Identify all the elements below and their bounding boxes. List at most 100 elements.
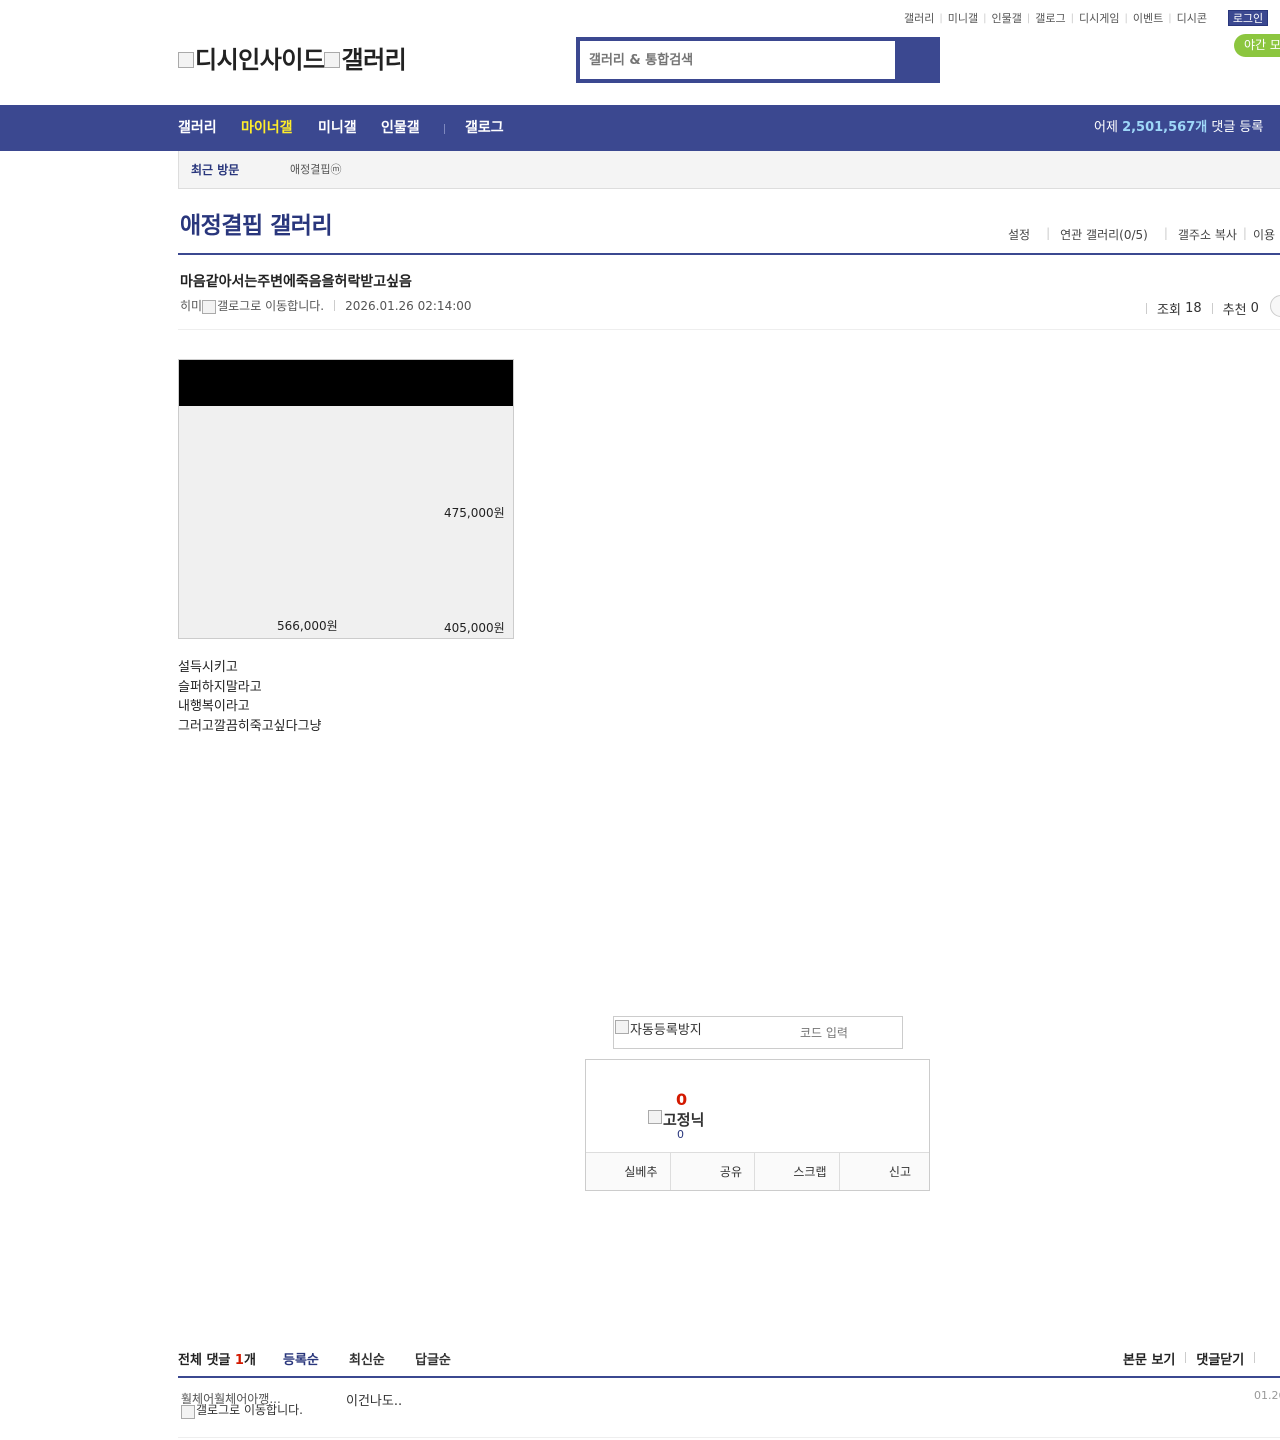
sort-latest[interactable]: 최신순 — [349, 1349, 385, 1368]
report-button[interactable]: 신고 — [840, 1153, 930, 1190]
usage-link[interactable]: 이용 — [1253, 226, 1275, 243]
comment-total-unit: 개 — [243, 1353, 256, 1368]
post-meta: 히미 갤로그로 이동합니다. 2026.01.26 02:14:00 — [180, 297, 472, 314]
captcha-alt: 자동등록방지 — [630, 1023, 702, 1038]
views-label: 조회 — [1157, 303, 1181, 318]
toplink-separator: | — [1124, 12, 1128, 24]
login-button[interactable]: 로그인 — [1228, 10, 1268, 26]
post-image[interactable]: 475,000원 566,000원 405,000원 — [178, 359, 514, 639]
author-gallog-link[interactable]: 갤로그로 이동합니다. — [217, 297, 324, 314]
nav-comment-stat: 어제 2,501,567개 댓글 등록 — [1094, 105, 1263, 151]
view-body-link[interactable]: 본문 보기 — [1123, 1349, 1175, 1368]
broken-image-icon — [324, 51, 341, 68]
stat-number: 2,501,567개 — [1122, 120, 1208, 135]
scrap-button[interactable]: 스크랩 — [755, 1153, 840, 1190]
logo-alt-gallery: 갤러리 — [341, 46, 407, 74]
nav-minor-gallery[interactable]: 마이너갤 — [241, 105, 293, 151]
nav-gallery[interactable]: 갤러리 — [178, 105, 217, 151]
comment-date: 01.26 — [1254, 1389, 1280, 1402]
related-gallery-link[interactable]: 연관 갤러리(0/5) — [1060, 226, 1148, 243]
toplink-separator: | — [1026, 12, 1031, 24]
toplink-separator: | — [1168, 12, 1172, 24]
captcha-box: 자동등록방지 — [613, 1016, 903, 1049]
gallery-settings-link[interactable]: 설정 — [1008, 226, 1030, 243]
copy-address-link[interactable]: 갤주소 복사 — [1178, 226, 1237, 243]
comment-gallog-alt: 갤로그로 이동합니다. — [196, 1403, 303, 1417]
best-recommend-button[interactable]: 실베추 — [586, 1153, 671, 1190]
fixed-nick-alt: 고정닉 — [663, 1111, 705, 1129]
comment-gallog-link[interactable]: 갤로그로 이동합니다. — [181, 1403, 311, 1419]
comment-header-actions: 본문 보기 댓글닫기 — [1123, 1349, 1265, 1368]
captcha-input[interactable] — [754, 1022, 894, 1044]
toplink-event[interactable]: 이벤트 — [1133, 10, 1163, 26]
action-separator — [1185, 1352, 1187, 1363]
comment-row: 훨체어훨체어아깽... 갤로그로 이동합니다. 이건나도.. 01.26 — [178, 1378, 1280, 1438]
comment-total-label: 전체 댓글 — [178, 1353, 231, 1368]
gallery-title[interactable]: 애정결핍 갤러리 — [180, 206, 333, 240]
post-author[interactable]: 히미 — [180, 297, 202, 314]
image-price-label: 566,000원 — [277, 619, 338, 633]
site-logo[interactable]: 디시인사이드 갤러리 — [178, 40, 407, 75]
broken-image-icon — [615, 1020, 629, 1034]
nav-gallog[interactable]: 갤로그 — [465, 105, 504, 151]
option-separator: | — [1163, 226, 1168, 240]
share-button[interactable]: 공유 — [671, 1153, 755, 1190]
post-body-line: 그러고깔끔히죽고싶다그냥 — [178, 718, 322, 734]
comment-header: 전체 댓글 1개 등록순 최신순 답글순 본문 보기 댓글닫기 — [178, 1349, 1280, 1377]
recommend-label: 추천 — [1222, 303, 1247, 318]
broken-image-icon — [648, 1110, 662, 1124]
nav-person-gallery[interactable]: 인물갤 — [381, 105, 420, 151]
views-count: 18 — [1185, 301, 1202, 316]
fixed-nick-count: 0 — [677, 1128, 684, 1141]
post-header-divider — [178, 329, 1280, 330]
captcha-image: 자동등록방지 — [615, 1019, 702, 1038]
gallery-title-divider — [178, 253, 1280, 255]
toplink-separator: | — [983, 12, 987, 24]
comment-total-count: 1 — [234, 1353, 244, 1368]
stat-suffix: 댓글 등록 — [1211, 120, 1264, 135]
night-mode-button[interactable]: 야간 모드 — [1234, 34, 1280, 57]
image-price-label: 475,000원 — [444, 506, 505, 520]
recent-visit-title[interactable]: 최근 방문 — [191, 151, 239, 189]
toplink-dcgame[interactable]: 디시게임 — [1079, 10, 1119, 26]
recommend-box: 0 고정닉 0 실베추 공유 스크랩 신고 — [585, 1059, 930, 1191]
search-box — [576, 37, 940, 83]
toplink-minigall[interactable]: 미니갤 — [948, 10, 978, 26]
search-button[interactable] — [895, 37, 940, 83]
fixed-nick-recommend: 고정닉 — [648, 1109, 704, 1130]
more-options-button[interactable] — [1270, 295, 1280, 317]
toplink-dccon[interactable]: 디시콘 — [1177, 10, 1207, 26]
toplink-separator: | — [1070, 12, 1074, 24]
post-body-line: 설득시키고 — [178, 660, 238, 675]
sort-replies[interactable]: 답글순 — [415, 1349, 451, 1368]
post-date: 2026.01.26 02:14:00 — [345, 298, 472, 313]
gallery-options: 설정 | 연관 갤러리(0/5) | 갤주소 복사 | 이용 — [1008, 226, 1280, 243]
post-stats: 조회 18 추천 0 — [1136, 299, 1259, 318]
stat-separator — [1211, 303, 1213, 314]
stat-separator — [1146, 303, 1147, 314]
recent-visit-item[interactable]: 애정결핍ⓜ — [290, 151, 341, 189]
toplink-gallog[interactable]: 갤로그 — [1035, 10, 1065, 26]
recent-item-label: 애정결핍 — [290, 163, 331, 176]
toplink-persongall[interactable]: 인물갤 — [992, 10, 1022, 26]
recent-visit-bar: 최근 방문 애정결핍ⓜ — [178, 151, 1280, 189]
sort-registered[interactable]: 등록순 — [283, 1349, 319, 1368]
close-comments-link[interactable]: 댓글닫기 — [1196, 1349, 1244, 1368]
broken-image-icon — [178, 51, 194, 68]
image-price-label: 405,000원 — [444, 621, 505, 635]
action-separator — [1254, 1352, 1256, 1363]
option-separator: | — [1242, 226, 1247, 240]
recommend-up-count: 0 — [676, 1090, 688, 1109]
minor-badge-icon: ⓜ — [330, 163, 342, 176]
stat-prefix: 어제 — [1094, 120, 1118, 135]
image-header-bar — [179, 360, 513, 406]
recommend-count: 0 — [1250, 301, 1259, 316]
search-input[interactable] — [580, 41, 895, 79]
nav-mini-gallery[interactable]: 미니갤 — [318, 105, 357, 151]
post-body-line: 슬퍼하지말라고 — [178, 679, 262, 695]
broken-image-icon — [202, 299, 217, 314]
top-links: 갤러리 | 미니갤 | 인물갤 | 갤로그 | 디시게임 | 이벤트 | 디시콘 — [904, 10, 1207, 26]
toplink-gallery[interactable]: 갤러리 — [904, 10, 934, 26]
main-nav: 갤러리 마이너갤 미니갤 인물갤 갤로그 어제 2,501,567개 댓글 등록 — [0, 105, 1280, 151]
post-body: 설득시키고 슬퍼하지말라고 내행복이라고 그러고깔끔히죽고싶다그냥 — [178, 658, 322, 736]
